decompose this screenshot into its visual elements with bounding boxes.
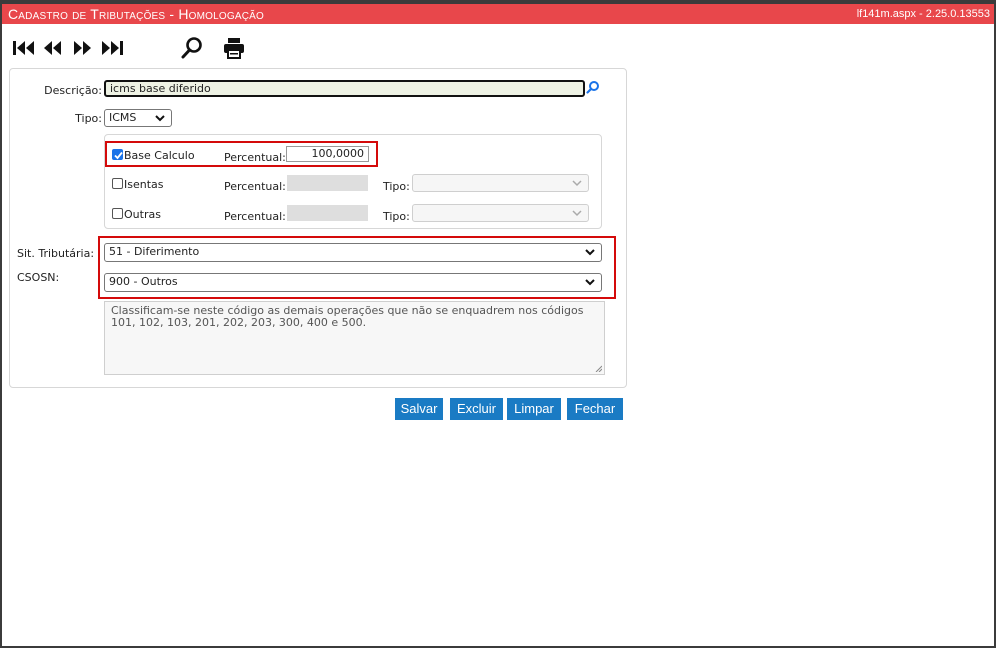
search-icon[interactable] <box>180 36 204 60</box>
outras-percentual-input[interactable] <box>287 205 368 221</box>
outras-label: Outras <box>124 208 161 221</box>
chevron-down-icon <box>585 279 595 286</box>
descricao-input[interactable]: icms base diferido <box>104 80 585 97</box>
sit-tributaria-label: Sit. Tributária: <box>17 247 95 260</box>
chevron-down-icon <box>155 115 165 122</box>
descricao-lookup-icon[interactable] <box>586 80 600 94</box>
first-record-icon[interactable] <box>12 36 38 60</box>
base-calculo-percentual-label: Percentual: <box>224 151 286 164</box>
sit-tributaria-select[interactable]: 51 - Diferimento <box>104 243 602 262</box>
excluir-button[interactable]: Excluir <box>450 398 503 420</box>
csosn-label: CSOSN: <box>17 271 60 284</box>
chevron-down-icon <box>585 249 595 256</box>
base-calculo-percentual-input[interactable]: 100,0000 <box>286 146 369 162</box>
title-bar: Cadastro de Tributações - Homologação lf… <box>2 4 994 24</box>
isentas-percentual-input[interactable] <box>287 175 368 191</box>
isentas-percentual-label: Percentual: <box>224 180 286 193</box>
outras-checkbox[interactable] <box>112 208 123 219</box>
outras-tipo-label: Tipo: <box>383 210 410 223</box>
tipo-label: Tipo: <box>75 112 102 125</box>
version-label: lf141m.aspx - 2.25.0.13553 <box>856 8 990 20</box>
csosn-description-text: Classificam-se neste código as demais op… <box>111 304 584 329</box>
salvar-button[interactable]: Salvar <box>395 398 443 420</box>
next-record-icon[interactable] <box>72 36 94 60</box>
last-record-icon[interactable] <box>100 36 126 60</box>
tipo-select[interactable]: ICMS <box>104 109 172 127</box>
sit-tributaria-select-value: 51 - Diferimento <box>109 245 200 258</box>
base-calculo-checkbox[interactable] <box>112 149 123 160</box>
isentas-checkbox[interactable] <box>112 178 123 189</box>
chevron-down-icon <box>572 210 582 217</box>
page-title: Cadastro de Tributações - Homologação <box>8 6 264 22</box>
outras-percentual-label: Percentual: <box>224 210 286 223</box>
chevron-down-icon <box>572 180 582 187</box>
csosn-select[interactable]: 900 - Outros <box>104 273 602 292</box>
descricao-label: Descrição: <box>44 84 102 97</box>
previous-record-icon[interactable] <box>42 36 64 60</box>
csosn-description-textarea[interactable]: Classificam-se neste código as demais op… <box>104 301 605 375</box>
csosn-select-value: 900 - Outros <box>109 275 178 288</box>
isentas-label: Isentas <box>124 178 164 191</box>
tipo-select-value: ICMS <box>109 111 137 124</box>
resize-grip-icon[interactable] <box>595 365 602 372</box>
outras-tipo-select[interactable] <box>412 204 589 222</box>
limpar-button[interactable]: Limpar <box>507 398 561 420</box>
window-frame-left <box>0 0 2 648</box>
base-calculo-label: Base Calculo <box>124 149 195 162</box>
print-icon[interactable] <box>222 36 246 60</box>
isentas-tipo-select[interactable] <box>412 174 589 192</box>
isentas-tipo-label: Tipo: <box>383 180 410 193</box>
fechar-button[interactable]: Fechar <box>567 398 623 420</box>
